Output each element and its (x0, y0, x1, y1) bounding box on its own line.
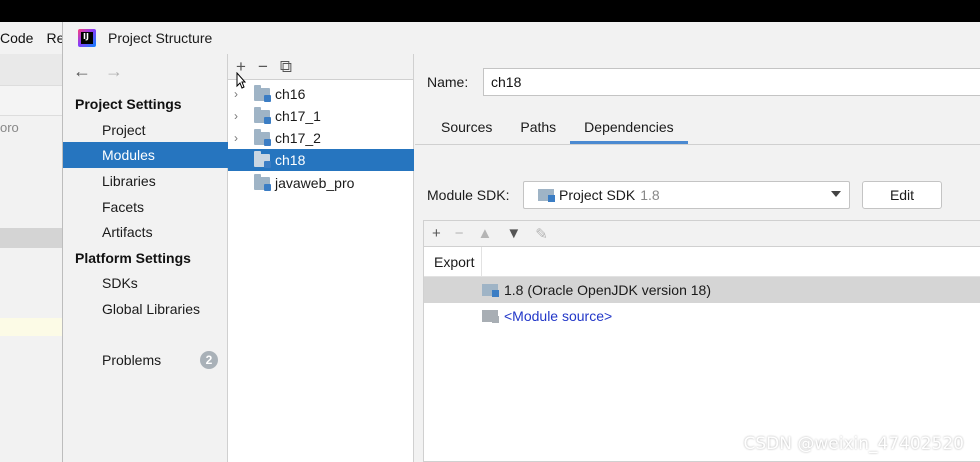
module-folder-icon (254, 106, 271, 124)
remove-dependency-icon[interactable]: − (455, 225, 464, 242)
screen-top-bar (0, 0, 980, 22)
module-folder-icon (254, 128, 271, 146)
nav-item-artifacts[interactable]: Artifacts (63, 219, 228, 245)
module-folder-icon (254, 84, 271, 102)
module-tabs: Sources Paths Dependencies (427, 112, 688, 144)
platform-settings-header: Platform Settings (75, 250, 191, 266)
remove-module-icon[interactable]: − (258, 58, 268, 75)
dependencies-table-header: Export (424, 246, 980, 277)
add-dependency-icon[interactable]: + (432, 225, 441, 242)
watermark: CSDN @weixin_47402520 (743, 434, 964, 454)
module-sdk-select[interactable]: Project SDK 1.8 (523, 181, 850, 209)
move-up-icon[interactable]: ▲ (478, 225, 493, 242)
tabs-divider (415, 144, 980, 145)
sdk-version: 1.8 (640, 187, 660, 203)
dependency-label: 1.8 (Oracle OpenJDK version 18) (504, 282, 711, 298)
module-name-input[interactable]: ch18 (483, 68, 980, 96)
tree-toolbar: + − ⧉ (228, 54, 413, 80)
sdk-folder-icon (538, 189, 555, 202)
module-label: ch17_2 (275, 130, 321, 146)
background-panel-header (0, 86, 64, 116)
module-sdk-label: Module SDK: (427, 187, 510, 203)
tab-sources[interactable]: Sources (427, 112, 506, 144)
chevron-right-icon[interactable]: › (234, 109, 248, 123)
edit-sdk-button[interactable]: Edit (862, 181, 942, 209)
background-project-fragment: oro (0, 120, 19, 135)
dialog-title-bar: IJ Project Structure (63, 22, 980, 54)
module-details: Name: ch18 Sources Paths Dependencies Mo… (415, 54, 980, 462)
chevron-right-icon[interactable]: › (234, 131, 248, 145)
nav-item-libraries[interactable]: Libraries (63, 168, 228, 194)
dependencies-toolbar: + − ▲ ▼ ✎ (424, 221, 980, 247)
background-highlight-row (0, 318, 64, 336)
project-settings-header: Project Settings (75, 96, 182, 112)
tree-item-ch16[interactable]: › ch16 (228, 83, 414, 105)
edit-pencil-icon[interactable]: ✎ (535, 225, 548, 243)
module-folder-icon (254, 173, 271, 191)
module-label: ch17_1 (275, 108, 321, 124)
module-folder-icon (254, 150, 271, 168)
background-menu-bar: Code Re (0, 22, 64, 54)
module-label: ch16 (275, 86, 306, 102)
intellij-logo-icon: IJ (78, 29, 96, 47)
arrow-right-icon[interactable]: → (105, 61, 123, 82)
sdk-value: Project SDK (559, 187, 636, 203)
dependency-row-jdk[interactable]: 1.8 (Oracle OpenJDK version 18) (424, 277, 980, 303)
dependency-label: <Module source> (504, 308, 613, 324)
jdk-folder-icon (482, 284, 499, 297)
tree-item-ch18[interactable]: ch18 (228, 149, 414, 171)
problems-label: Problems (102, 352, 162, 368)
dependencies-panel: + − ▲ ▼ ✎ Export 1.8 (Oracle OpenJDK ver… (423, 220, 980, 462)
nav-item-modules[interactable]: Modules (63, 142, 228, 168)
name-label: Name: (427, 74, 469, 90)
move-down-icon[interactable]: ▼ (506, 225, 521, 242)
dialog-title: Project Structure (108, 30, 213, 46)
nav-item-project[interactable]: Project (63, 117, 228, 143)
module-label: javaweb_pro (275, 175, 355, 191)
copy-module-icon[interactable]: ⧉ (280, 58, 292, 75)
menu-code[interactable]: Code (0, 30, 33, 46)
background-selected-row (0, 228, 64, 248)
arrow-left-icon[interactable]: ← (73, 61, 91, 82)
tab-paths[interactable]: Paths (506, 112, 570, 144)
nav-arrows: ← → (63, 54, 227, 88)
export-column-header[interactable]: Export (424, 246, 482, 277)
tree-item-ch17-2[interactable]: › ch17_2 (228, 127, 414, 149)
module-label: ch18 (275, 152, 306, 168)
tree-item-javaweb-pro[interactable]: javaweb_pro (228, 172, 414, 194)
dependency-row-module-source[interactable]: <Module source> (424, 303, 980, 329)
settings-nav: ← → Project Settings Project Modules Lib… (63, 54, 228, 462)
tree-item-ch17-1[interactable]: › ch17_1 (228, 105, 414, 127)
tab-dependencies[interactable]: Dependencies (570, 112, 688, 144)
nav-item-problems[interactable]: Problems 2 (63, 347, 228, 373)
problems-count-badge: 2 (200, 351, 218, 369)
module-tree: + − ⧉ › ch16 › ch17_1 › ch17_2 ch18 java… (228, 54, 414, 462)
nav-item-global-libraries[interactable]: Global Libraries (63, 296, 228, 322)
nav-item-sdks[interactable]: SDKs (63, 270, 228, 296)
background-toolbar (0, 54, 64, 86)
dropdown-caret-icon (831, 191, 841, 197)
nav-item-facets[interactable]: Facets (63, 194, 228, 220)
source-folder-icon (482, 310, 499, 323)
chevron-right-icon[interactable]: › (234, 87, 248, 101)
project-structure-dialog: IJ Project Structure ← → Project Setting… (62, 22, 980, 462)
